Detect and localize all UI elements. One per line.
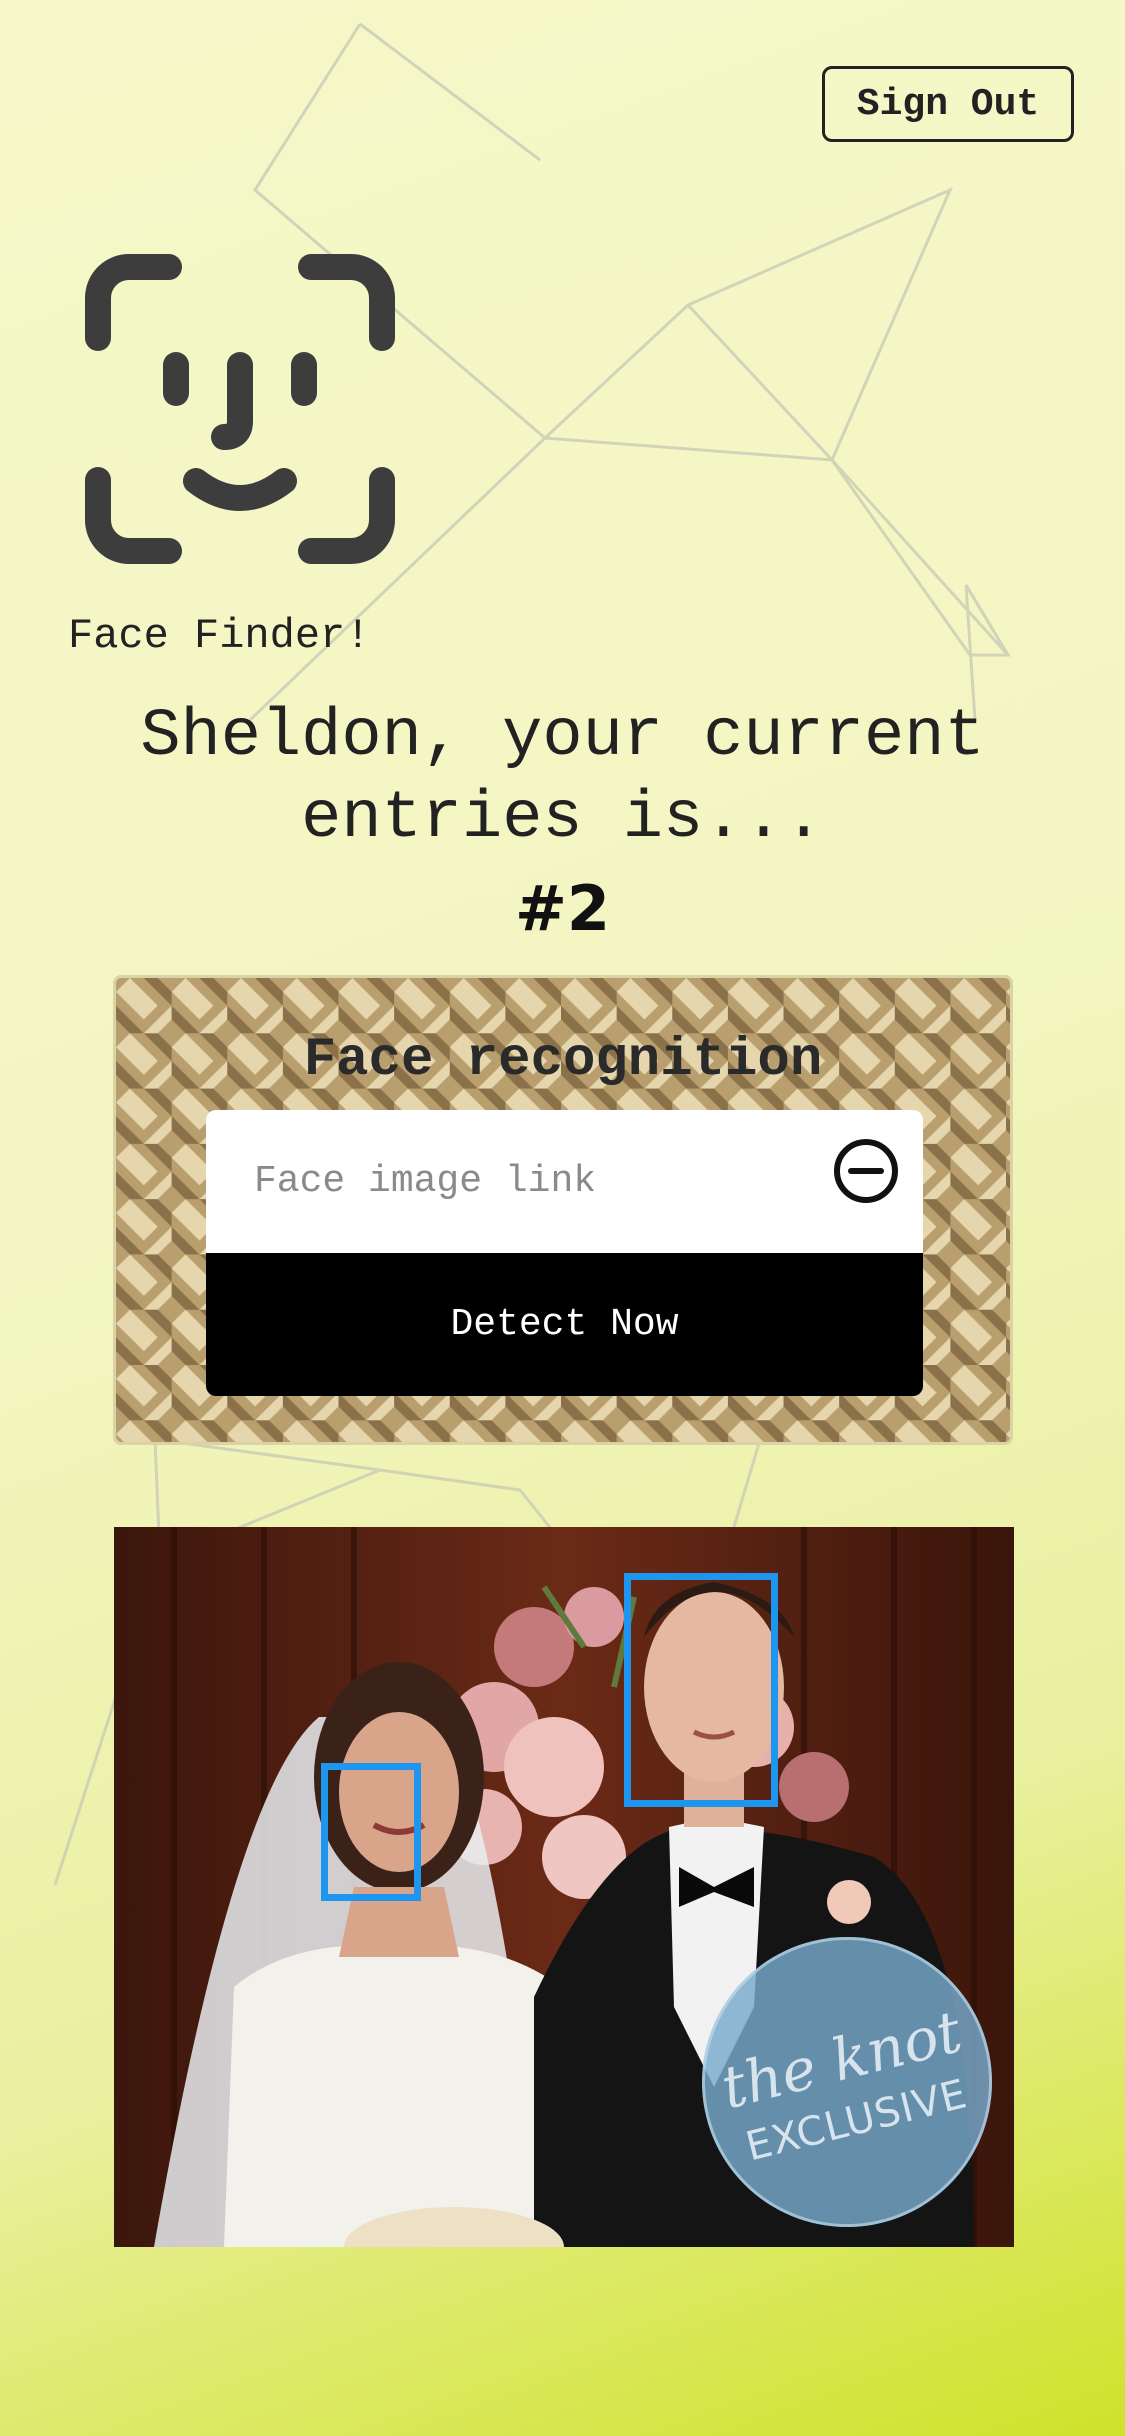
face-bounding-box (321, 1763, 421, 1901)
sign-out-button[interactable]: Sign Out (822, 66, 1074, 142)
result-photo: the knot EXCLUSIVE (114, 1527, 1014, 2247)
face-bounding-box (624, 1573, 778, 1807)
image-link-input[interactable] (206, 1110, 826, 1253)
detect-now-button[interactable]: Detect Now (206, 1253, 923, 1396)
entries-greeting: Sheldon, your current entries is... (140, 699, 985, 857)
minus-circle-icon[interactable] (831, 1136, 901, 1206)
entries-rank: #2 (514, 872, 611, 945)
app-name: Face Finder! (68, 612, 371, 660)
face-recognition-card: Face recognition Detect Now (113, 975, 1013, 1445)
face-id-icon (85, 254, 395, 564)
image-link-field (206, 1110, 923, 1253)
card-title: Face recognition (303, 1030, 823, 1091)
